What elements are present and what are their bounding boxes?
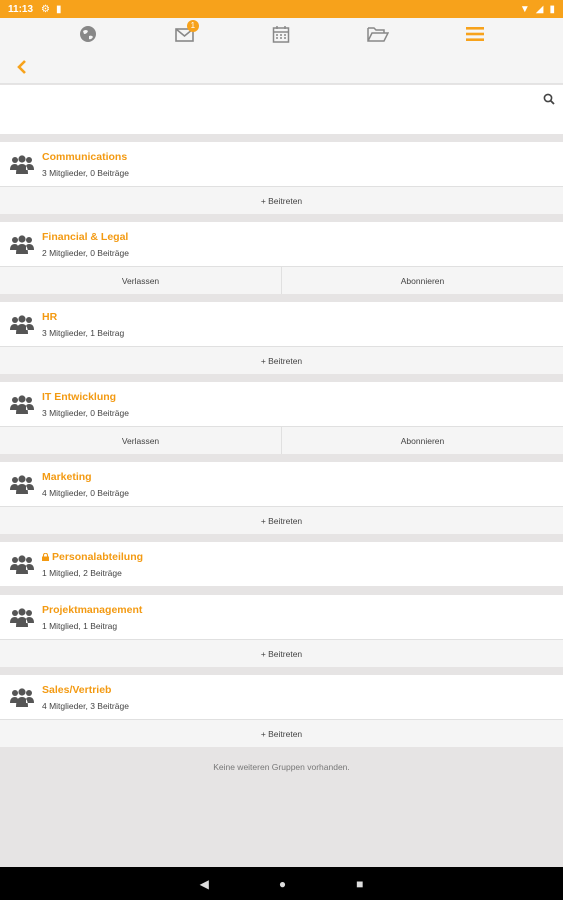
group-meta: 4 Mitglieder, 0 Beiträge bbox=[42, 488, 129, 498]
group-card: Projektmanagement 1 Mitglied, 1 Beitrag … bbox=[0, 595, 563, 667]
globe-icon bbox=[80, 26, 97, 42]
signal-status-icon: ◢ bbox=[535, 3, 544, 15]
group-card: IT Entwicklung 3 Mitglieder, 0 Beiträge … bbox=[0, 382, 563, 454]
group-name[interactable]: Sales/Vertrieb bbox=[42, 684, 111, 696]
chevron-left-icon bbox=[17, 60, 26, 74]
group-people-icon bbox=[10, 315, 34, 334]
group-meta: 2 Mitglieder, 0 Beiträge bbox=[42, 248, 129, 258]
join-button[interactable]: + Beitreten bbox=[0, 640, 563, 667]
group-meta: 3 Mitglieder, 0 Beiträge bbox=[42, 408, 129, 418]
group-header[interactable]: Sales/Vertrieb 4 Mitglieder, 3 Beiträge bbox=[0, 675, 563, 719]
messages-badge: 1 bbox=[186, 20, 199, 32]
group-actions: + Beitreten bbox=[0, 719, 563, 747]
join-button[interactable]: + Beitreten bbox=[0, 720, 563, 747]
group-meta: 3 Mitglieder, 0 Beiträge bbox=[42, 168, 129, 178]
group-name[interactable]: Projektmanagement bbox=[42, 604, 142, 616]
group-people-icon bbox=[10, 235, 34, 254]
lock-icon bbox=[42, 553, 49, 561]
group-people-icon bbox=[10, 688, 34, 707]
group-header[interactable]: Projektmanagement 1 Mitglied, 1 Beitrag bbox=[0, 595, 563, 639]
nav-messages-button[interactable]: 1 bbox=[171, 20, 199, 48]
search-bar bbox=[0, 85, 563, 134]
back-bar bbox=[0, 50, 563, 84]
settings-status-icon: ⚙ bbox=[41, 3, 50, 15]
no-more-groups-message: Keine weiteren Gruppen vorhanden. bbox=[213, 762, 350, 772]
group-meta: 4 Mitglieder, 3 Beiträge bbox=[42, 701, 129, 711]
group-meta: 3 Mitglieder, 1 Beitrag bbox=[42, 328, 125, 338]
hamburger-menu-icon bbox=[465, 27, 484, 41]
group-people-icon bbox=[10, 555, 34, 574]
group-actions: + Beitreten bbox=[0, 506, 563, 534]
join-button[interactable]: + Beitreten bbox=[0, 347, 563, 374]
subscribe-button[interactable]: Abonnieren bbox=[281, 267, 563, 294]
search-icon[interactable] bbox=[543, 93, 555, 105]
group-name[interactable]: Communications bbox=[42, 151, 127, 163]
group-name[interactable]: Financial & Legal bbox=[42, 231, 128, 243]
group-card: HR 3 Mitglieder, 1 Beitrag + Beitreten bbox=[0, 302, 563, 374]
group-header[interactable]: Personalabteilung 1 Mitglied, 2 Beiträge bbox=[0, 542, 563, 586]
nav-files-button[interactable] bbox=[364, 20, 392, 48]
group-card: Personalabteilung 1 Mitglied, 2 Beiträge bbox=[0, 542, 563, 586]
back-triangle-icon[interactable]: ◀ bbox=[200, 877, 209, 891]
group-name[interactable]: Marketing bbox=[42, 471, 92, 483]
status-bar: 11:13 ⚙ ▮ ▼ ◢ ▮ bbox=[0, 0, 563, 18]
home-circle-icon[interactable]: ● bbox=[279, 877, 286, 891]
group-meta: 1 Mitglied, 2 Beiträge bbox=[42, 568, 122, 578]
group-header[interactable]: IT Entwicklung 3 Mitglieder, 0 Beiträge bbox=[0, 382, 563, 426]
group-people-icon bbox=[10, 475, 34, 494]
leave-button[interactable]: Verlassen bbox=[0, 267, 281, 294]
group-actions: Verlassen Abonnieren bbox=[0, 266, 563, 294]
join-button[interactable]: + Beitreten bbox=[0, 187, 563, 214]
leave-button[interactable]: Verlassen bbox=[0, 427, 281, 454]
group-card: Communications 3 Mitglieder, 0 Beiträge … bbox=[0, 142, 563, 214]
group-meta: 1 Mitglied, 1 Beitrag bbox=[42, 621, 118, 631]
calendar-icon bbox=[273, 26, 290, 43]
group-actions: Verlassen Abonnieren bbox=[0, 426, 563, 454]
group-actions: + Beitreten bbox=[0, 186, 563, 214]
group-card: Marketing 4 Mitglieder, 0 Beiträge + Bei… bbox=[0, 462, 563, 534]
group-people-icon bbox=[10, 608, 34, 627]
nav-globe-button[interactable] bbox=[74, 20, 102, 48]
nav-calendar-button[interactable] bbox=[267, 20, 295, 48]
group-header[interactable]: Financial & Legal 2 Mitglieder, 0 Beiträ… bbox=[0, 222, 563, 266]
group-header[interactable]: HR 3 Mitglieder, 1 Beitrag bbox=[0, 302, 563, 346]
group-card: Sales/Vertrieb 4 Mitglieder, 3 Beiträge … bbox=[0, 675, 563, 747]
system-nav-bar: ◀ ● ■ bbox=[0, 867, 563, 900]
group-people-icon bbox=[10, 155, 34, 174]
status-time: 11:13 bbox=[8, 3, 34, 15]
battery-status-icon: ▮ bbox=[549, 3, 555, 15]
search-input[interactable] bbox=[0, 85, 540, 134]
sd-card-status-icon: ▮ bbox=[56, 3, 62, 15]
group-name: Personalabteilung bbox=[52, 551, 144, 563]
join-button[interactable]: + Beitreten bbox=[0, 507, 563, 534]
nav-menu-button[interactable] bbox=[461, 20, 489, 48]
group-card: Financial & Legal 2 Mitglieder, 0 Beiträ… bbox=[0, 222, 563, 294]
folder-open-icon bbox=[367, 27, 390, 42]
group-header[interactable]: Marketing 4 Mitglieder, 0 Beiträge bbox=[0, 462, 563, 506]
subscribe-button[interactable]: Abonnieren bbox=[281, 427, 563, 454]
group-name-wrapper[interactable]: Personalabteilung bbox=[42, 551, 143, 563]
back-button[interactable] bbox=[12, 56, 34, 78]
group-actions: + Beitreten bbox=[0, 639, 563, 667]
group-name[interactable]: IT Entwicklung bbox=[42, 391, 116, 403]
group-actions: + Beitreten bbox=[0, 346, 563, 374]
group-people-icon bbox=[10, 395, 34, 414]
wifi-status-icon: ▼ bbox=[519, 3, 530, 15]
recents-square-icon[interactable]: ■ bbox=[356, 877, 363, 891]
group-name[interactable]: HR bbox=[42, 311, 57, 323]
top-nav: 1 bbox=[0, 18, 563, 50]
group-header[interactable]: Communications 3 Mitglieder, 0 Beiträge bbox=[0, 142, 563, 186]
